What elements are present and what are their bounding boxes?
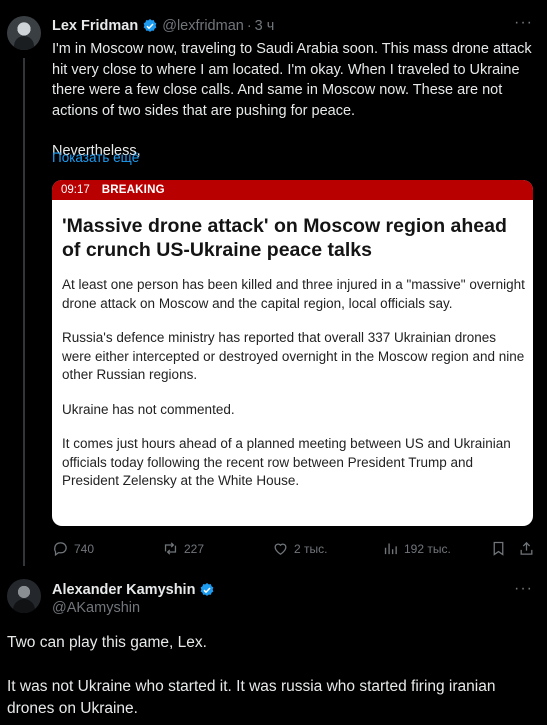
reply-button[interactable]: 740	[52, 540, 94, 557]
avatar[interactable]	[7, 579, 41, 613]
tweet-lex-fridman[interactable]: Lex Fridman @lexfridman · 3 ч ··· I'm in…	[0, 0, 547, 570]
tweet-alexander-kamyshin[interactable]: Alexander Kamyshin @AKamyshin ··· Two ca…	[0, 570, 547, 725]
views-chart-icon	[384, 543, 397, 555]
share-button[interactable]	[518, 540, 540, 557]
author-name[interactable]: Alexander Kamyshin	[52, 582, 195, 598]
tweet-action-bar: 740 227 2 тыс. 192 тыс.	[52, 540, 533, 558]
breaking-time: 09:17	[61, 184, 90, 196]
author-handle[interactable]: @lexfridman	[162, 18, 244, 34]
verified-badge-icon	[143, 19, 157, 32]
reply-count: 740	[74, 541, 95, 556]
news-headline: 'Massive drone attack' on Moscow region …	[62, 215, 507, 261]
breaking-label: BREAKING	[101, 184, 165, 196]
show-more-link[interactable]: Показать ещё	[52, 150, 139, 165]
bookmark-button[interactable]	[490, 540, 512, 557]
repost-count: 227	[184, 541, 205, 556]
views-count: 192 тыс.	[404, 541, 451, 556]
separator-dot: ·	[246, 18, 252, 34]
tweet-paragraph: Two can play this game, Lex.	[7, 634, 207, 651]
tweet-header: Alexander Kamyshin	[52, 580, 219, 600]
verified-badge-icon	[201, 583, 214, 596]
more-options-icon[interactable]: ···	[514, 580, 533, 598]
news-body: At least one person has been killed and …	[62, 276, 527, 507]
views-button[interactable]: 192 тыс.	[382, 540, 451, 557]
avatar[interactable]	[7, 16, 41, 50]
tweet-text: I'm in Moscow now, traveling to Saudi Ar…	[52, 39, 532, 162]
news-paragraph: Ukraine has not commented.	[62, 401, 235, 417]
author-handle[interactable]: @AKamyshin	[52, 600, 140, 616]
like-button[interactable]: 2 тыс.	[272, 540, 327, 557]
repost-button[interactable]: 227	[162, 540, 204, 557]
like-count: 2 тыс.	[294, 541, 328, 556]
attached-news-image[interactable]: 09:17 BREAKING 'Massive drone attack' on…	[52, 180, 533, 526]
news-paragraph: At least one person has been killed and …	[62, 277, 525, 311]
tweet-timestamp[interactable]: 3 ч	[255, 18, 275, 34]
tweet-header: Lex Fridman @lexfridman · 3 ч	[52, 16, 274, 36]
reply-icon	[54, 542, 67, 557]
tweet-text: Two can play this game, Lex. It was not …	[7, 632, 537, 720]
tweet-paragraph: I'm in Moscow now, traveling to Saudi Ar…	[52, 41, 532, 119]
breaking-banner: 09:17 BREAKING	[52, 180, 533, 200]
more-options-icon[interactable]: ···	[514, 14, 533, 32]
repost-icon	[164, 542, 177, 555]
tweet-paragraph: It was not Ukraine who started it. It wa…	[7, 678, 496, 717]
share-icon	[520, 541, 533, 555]
news-paragraph: Russia's defence ministry has reported t…	[62, 330, 525, 382]
heart-icon	[274, 543, 287, 555]
thread-connector-line	[23, 58, 25, 566]
news-paragraph: It comes just hours ahead of a planned m…	[62, 436, 511, 488]
author-name[interactable]: Lex Fridman	[52, 18, 138, 34]
bookmark-icon	[493, 541, 504, 556]
